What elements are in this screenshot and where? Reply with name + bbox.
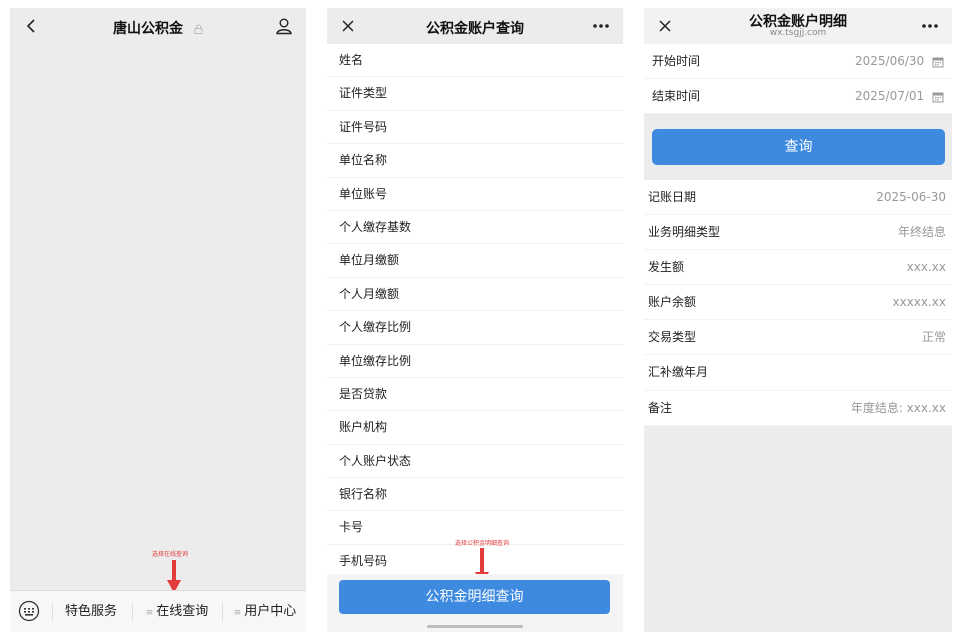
detail-label: 发生额 — [648, 260, 685, 275]
detail-label: 业务明细类型 — [648, 225, 721, 240]
keyboard-icon — [18, 600, 40, 622]
field-row: 个人缴存比例 — [327, 311, 623, 345]
more-button[interactable] — [589, 15, 613, 37]
bottom-menu: 特色服务 ≡ 在线查询 ≡ 用户中心 — [10, 590, 306, 632]
menu-online-query[interactable]: ≡ 在线查询 — [134, 591, 220, 632]
account-query-panel: 公积金账户查询 姓名 证件类型 证件号码 单位名称 单位账号 个人缴存基数 单位… — [327, 8, 623, 632]
page-title: 公积金账户查询 — [426, 21, 524, 37]
annotation-online-query: 选择在线查询 — [152, 551, 189, 558]
start-date-field[interactable]: 2025/06/30 — [855, 44, 944, 79]
field-row: 单位名称 — [327, 144, 623, 178]
detail-row-transaction-type: 交易类型 正常 — [644, 320, 952, 356]
query-button-area: 查询 — [644, 114, 952, 180]
account-detail-panel: 公积金账户明细 wx.tsgjj.com 开始时间 2025/06/30 结束时… — [644, 8, 952, 632]
start-date-row: 开始时间 2025/06/30 — [644, 44, 952, 79]
menu-special-services[interactable]: 特色服务 — [52, 591, 130, 632]
field-row: 账户机构 — [327, 411, 623, 445]
more-icon — [922, 24, 938, 28]
detail-row-balance: 账户余额 xxxxx.xx — [644, 285, 952, 321]
page-url: wx.tsgjj.com — [769, 28, 827, 38]
navbar: 公积金账户明细 wx.tsgjj.com — [644, 8, 952, 44]
query-button[interactable]: 查询 — [652, 129, 945, 165]
annotation-detail-query: 选择公积金明细查询 — [455, 540, 510, 547]
detail-value: 年度结息: xxx.xx — [850, 400, 946, 415]
field-row: 单位月缴额 — [327, 244, 623, 278]
detail-label: 交易类型 — [648, 330, 697, 345]
navbar: 公积金账户查询 — [327, 8, 623, 44]
detail-list: 记账日期 2025-06-30 业务明细类型 年终结息 发生额 xxx.xx 账… — [644, 180, 952, 426]
arrow-down-icon — [167, 560, 181, 593]
lock-icon — [194, 24, 203, 34]
calendar-icon — [932, 92, 944, 102]
more-icon — [593, 24, 609, 28]
detail-row-posting-date: 记账日期 2025-06-30 — [644, 180, 952, 216]
detail-label: 记账日期 — [648, 190, 697, 204]
more-button[interactable] — [918, 15, 942, 37]
end-date-value: 2025/07/01 — [855, 89, 925, 103]
field-row: 银行名称 — [327, 478, 623, 512]
detail-value: 正常 — [921, 330, 946, 345]
detail-query-button[interactable]: 公积金明细查询 — [339, 580, 610, 614]
detail-value: xxxxx.xx — [892, 295, 946, 310]
menu-lines-icon: ≡ — [145, 608, 154, 618]
account-name: 唐山公积金 — [113, 21, 184, 37]
detail-value: 2025-06-30 — [876, 190, 946, 204]
detail-row-amount: 发生额 xxx.xx — [644, 250, 952, 286]
wechat-account-panel: 唐山公积金 选择在线查询 特色服务 ≡ 在线查询 ≡ 用户中心 — [10, 8, 306, 632]
date-range-form: 开始时间 2025/06/30 结束时间 2025/07/01 — [644, 44, 952, 114]
profile-button[interactable] — [272, 15, 296, 37]
end-date-row: 结束时间 2025/07/01 — [644, 79, 952, 114]
detail-label: 备注 — [648, 400, 673, 415]
detail-row-remark: 备注 年度结息: xxx.xx — [644, 391, 952, 426]
end-date-label: 结束时间 — [652, 89, 701, 103]
user-icon — [276, 18, 292, 35]
menu-lines-icon: ≡ — [233, 608, 242, 618]
detail-row-supplement-month: 汇补缴年月 — [644, 355, 952, 391]
start-date-label: 开始时间 — [652, 54, 701, 68]
field-row: 证件类型 — [327, 77, 623, 111]
bottom-bar: 公积金明细查询 — [327, 574, 623, 632]
account-field-list: 姓名 证件类型 证件号码 单位名称 单位账号 个人缴存基数 单位月缴额 个人月缴… — [327, 44, 623, 579]
home-indicator — [427, 625, 523, 628]
field-row: 单位账号 — [327, 178, 623, 211]
detail-label: 汇补缴年月 — [648, 365, 709, 380]
calendar-icon — [932, 57, 944, 67]
menu-divider — [222, 603, 223, 621]
navbar: 唐山公积金 — [10, 8, 306, 44]
menu-label: 用户中心 — [244, 604, 297, 619]
detail-label: 账户余额 — [648, 295, 697, 310]
end-date-field[interactable]: 2025/07/01 — [855, 79, 944, 114]
menu-user-center[interactable]: ≡ 用户中心 — [224, 591, 306, 632]
detail-row-business-type: 业务明细类型 年终结息 — [644, 215, 952, 251]
field-row: 是否贷款 — [327, 378, 623, 412]
keyboard-toggle[interactable] — [18, 600, 40, 626]
start-date-value: 2025/06/30 — [855, 54, 925, 68]
detail-value: 年终结息 — [897, 225, 946, 240]
menu-divider — [132, 603, 133, 621]
field-row: 个人账户状态 — [327, 445, 623, 479]
field-row: 姓名 — [327, 44, 623, 78]
field-row: 个人月缴额 — [327, 278, 623, 312]
field-row: 证件号码 — [327, 111, 623, 145]
field-row: 个人缴存基数 — [327, 211, 623, 245]
detail-value: xxx.xx — [906, 260, 946, 275]
field-row: 单位缴存比例 — [327, 345, 623, 378]
menu-label: 特色服务 — [64, 604, 117, 619]
menu-label: 在线查询 — [156, 604, 209, 619]
page-title: 唐山公积金 — [10, 18, 306, 38]
